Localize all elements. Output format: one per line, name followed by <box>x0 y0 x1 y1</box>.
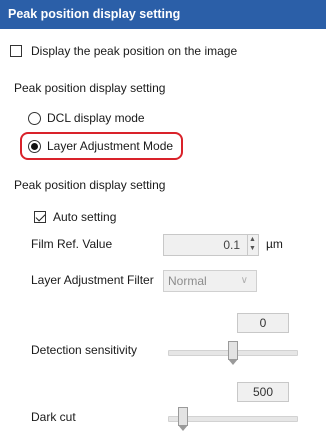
dcl-mode-label: DCL display mode <box>47 111 145 125</box>
detection-sensitivity-value[interactable]: 0 <box>237 313 289 333</box>
layer-filter-value: Normal <box>168 274 207 288</box>
layer-adjustment-radio[interactable] <box>28 140 41 153</box>
spin-down-icon[interactable]: ▼ <box>249 245 256 253</box>
dark-cut-label: Dark cut <box>31 410 76 424</box>
film-ref-spinner[interactable]: ▲ ▼ <box>247 235 258 255</box>
auto-setting-checkbox[interactable] <box>34 211 46 223</box>
section-title-mode: Peak position display setting <box>14 81 166 95</box>
layer-filter-select[interactable]: Normal ∨ <box>163 270 257 292</box>
dark-cut-value[interactable]: 500 <box>237 382 289 402</box>
dcl-mode-radio[interactable] <box>28 112 41 125</box>
section-title-peak: Peak position display setting <box>14 178 166 192</box>
display-peak-checkbox[interactable] <box>10 45 22 57</box>
film-ref-input[interactable]: 0.1 ▲ ▼ <box>163 234 259 256</box>
layer-adjustment-label: Layer Adjustment Mode <box>47 139 174 153</box>
spin-up-icon[interactable]: ▲ <box>249 236 256 244</box>
film-ref-unit: µm <box>266 237 283 251</box>
film-ref-label: Film Ref. Value <box>31 237 113 251</box>
panel-title: Peak position display setting <box>0 0 326 29</box>
detection-sensitivity-label: Detection sensitivity <box>31 343 138 357</box>
chevron-down-icon: ∨ <box>240 275 248 286</box>
auto-setting-label: Auto setting <box>53 210 117 224</box>
layer-filter-label: Layer Adjustment Filter <box>31 273 154 287</box>
film-ref-value: 0.1 <box>223 238 240 252</box>
dark-cut-thumb[interactable] <box>178 407 188 431</box>
detection-sensitivity-thumb[interactable] <box>228 341 238 365</box>
display-peak-label: Display the peak position on the image <box>31 44 238 58</box>
